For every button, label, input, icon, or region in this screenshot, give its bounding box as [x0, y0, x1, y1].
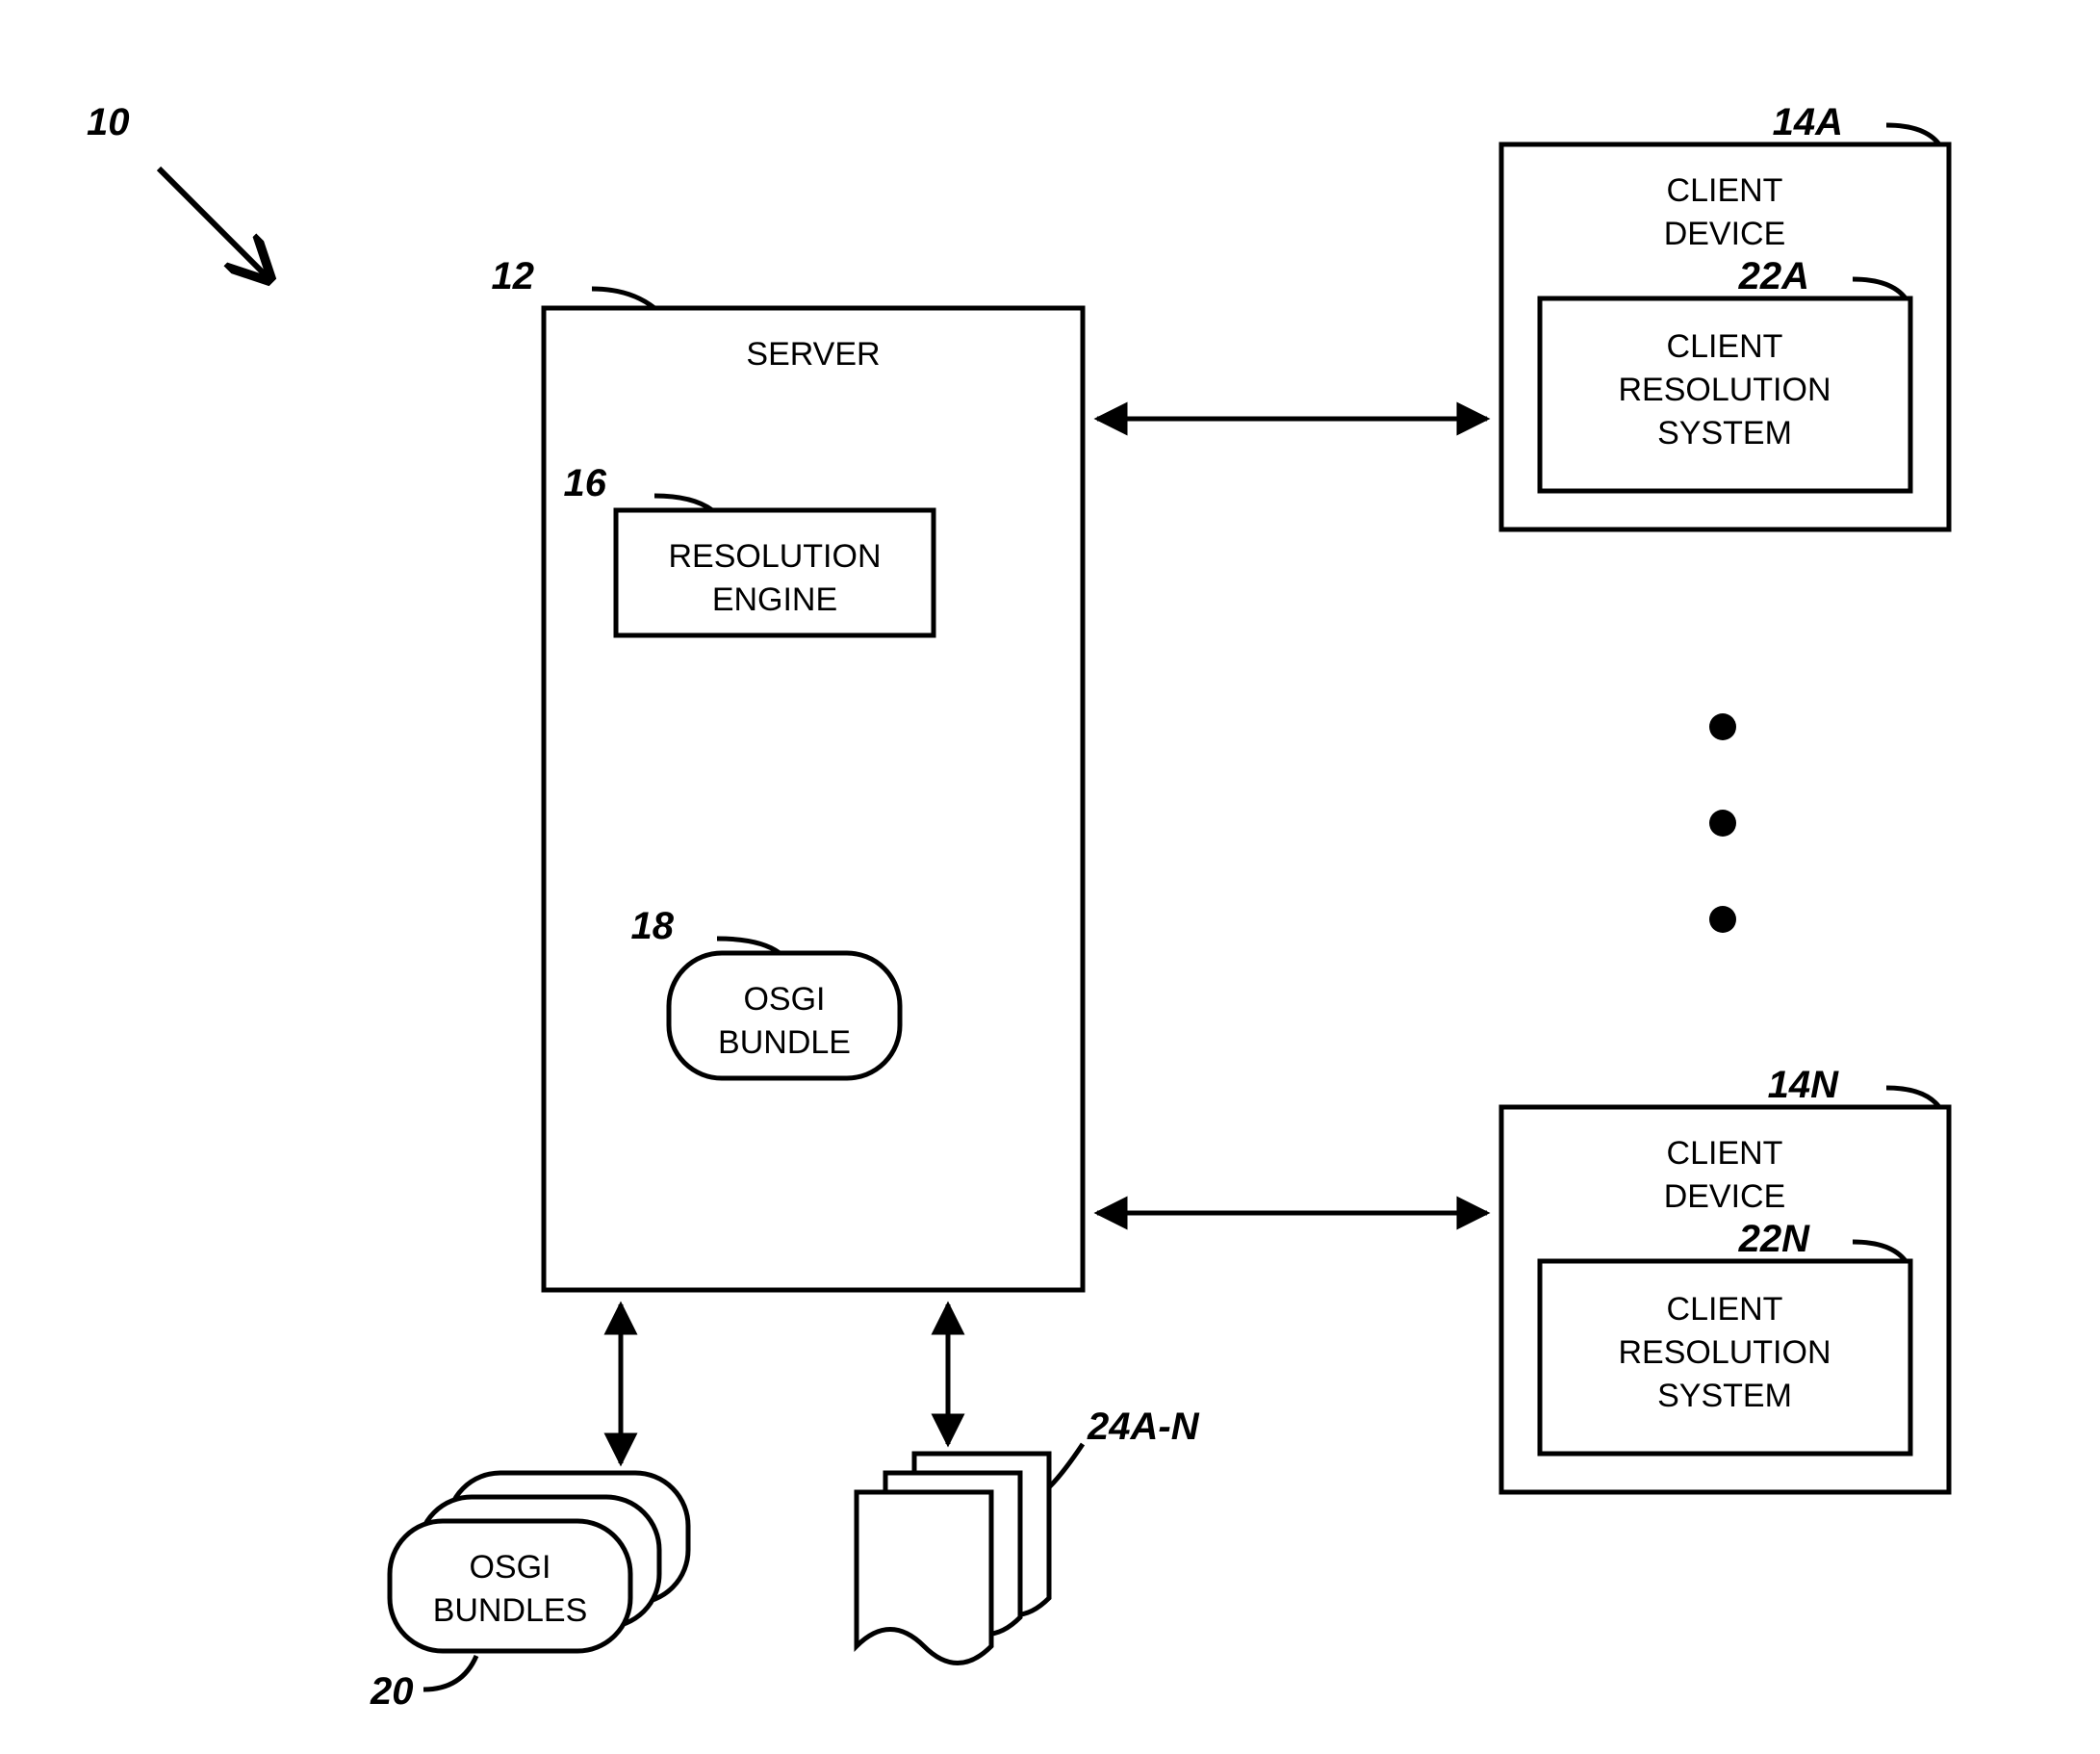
osgi-bundles-box	[390, 1521, 630, 1651]
documents-group: 24A-N	[857, 1406, 1200, 1664]
client-device-n-label-2: DEVICE	[1664, 1178, 1786, 1215]
osgi-bundles-group: OSGI BUNDLES 20	[370, 1473, 688, 1713]
ref-crs-a: 22A	[1738, 255, 1809, 297]
leader-crs-n	[1853, 1242, 1906, 1261]
server-label: SERVER	[746, 336, 880, 373]
ref-osgi-bundles: 20	[370, 1670, 414, 1713]
ref-whole: 10	[87, 101, 130, 143]
leader-client-n	[1886, 1088, 1939, 1107]
resolution-engine-label-1: RESOLUTION	[668, 538, 881, 575]
osgi-bundles-label-2: BUNDLES	[433, 1592, 588, 1629]
server-group: SERVER 12 RESOLUTION ENGINE 16 OSGI BUND…	[492, 255, 1084, 1290]
leader-documents	[1049, 1444, 1083, 1487]
client-device-a-label-1: CLIENT	[1667, 172, 1783, 209]
ref-client-n: 14N	[1768, 1064, 1839, 1106]
server-box	[544, 308, 1083, 1290]
leader-osgi-bundles	[423, 1656, 476, 1690]
ref-server: 12	[492, 255, 535, 297]
client-device-a-label-2: DEVICE	[1664, 216, 1786, 252]
arrow-whole	[159, 168, 269, 279]
resolution-engine-label-2: ENGINE	[712, 581, 837, 618]
ref-client-a: 14A	[1773, 101, 1843, 143]
documents-icon	[857, 1492, 991, 1664]
crs-n-label-1: CLIENT	[1667, 1291, 1783, 1328]
client-device-n-group: CLIENT DEVICE 14N CLIENT RESOLUTION SYST…	[1501, 1064, 1949, 1492]
osgi-bundles-label-1: OSGI	[469, 1549, 551, 1586]
client-device-a-group: CLIENT DEVICE 14A CLIENT RESOLUTION SYST…	[1501, 101, 1949, 529]
osgi-bundle-label-1: OSGI	[743, 981, 825, 1018]
ref-documents: 24A-N	[1087, 1406, 1200, 1448]
leader-crs-a	[1853, 279, 1906, 298]
leader-server	[592, 289, 654, 308]
client-device-n-label-1: CLIENT	[1667, 1135, 1783, 1172]
ellipsis-dots	[1709, 713, 1736, 933]
leader-client-a	[1886, 125, 1939, 144]
crs-a-label-1: CLIENT	[1667, 328, 1783, 365]
ref-osgi-bundle: 18	[631, 905, 675, 947]
crs-n-label-2: RESOLUTION	[1618, 1334, 1831, 1371]
ref-crs-n: 22N	[1738, 1218, 1810, 1260]
ref-res-engine: 16	[564, 462, 607, 504]
crs-a-label-2: RESOLUTION	[1618, 372, 1831, 408]
diagram-canvas: 10 SERVER 12 RESOLUTION ENGINE 16 OSGI B…	[0, 0, 2100, 1754]
crs-a-label-3: SYSTEM	[1657, 415, 1792, 451]
crs-n-label-3: SYSTEM	[1657, 1378, 1792, 1414]
osgi-bundle-label-2: BUNDLE	[718, 1024, 851, 1061]
